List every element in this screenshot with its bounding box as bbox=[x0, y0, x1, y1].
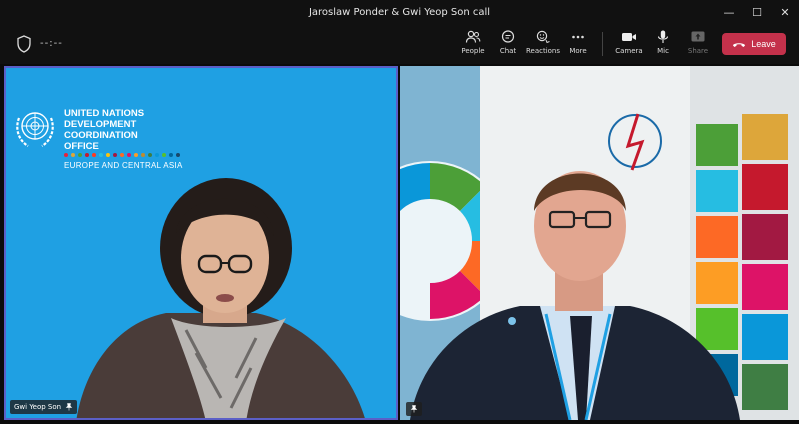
participant-video bbox=[76, 178, 365, 418]
participant-name: Gwi Yeop Son bbox=[14, 403, 62, 411]
leave-label: Leave bbox=[751, 39, 776, 49]
more-label: More bbox=[569, 47, 587, 55]
window-controls: — ☐ ✕ bbox=[715, 0, 799, 24]
participant-name-tag: Gwi Yeop Son bbox=[10, 400, 78, 414]
more-button[interactable]: More bbox=[558, 28, 598, 60]
reactions-button[interactable]: Reactions bbox=[523, 28, 563, 60]
share-button[interactable]: Share bbox=[678, 28, 718, 60]
mic-label: Mic bbox=[657, 47, 669, 55]
window-title: Jaroslaw Ponder & Gwi Yeop Son call bbox=[308, 6, 491, 18]
share-icon bbox=[691, 31, 705, 42]
mic-button[interactable]: Mic bbox=[643, 28, 683, 60]
camera-icon bbox=[622, 33, 636, 41]
phone-hangup-icon bbox=[733, 43, 746, 47]
participant-video bbox=[400, 66, 799, 420]
chat-button[interactable]: Chat bbox=[488, 28, 528, 60]
title-bar: Jaroslaw Ponder & Gwi Yeop Son call — ☐ … bbox=[0, 0, 799, 24]
more-icon bbox=[572, 35, 584, 39]
meeting-toolbar: --:-- People Chat Reactions More Camera … bbox=[0, 24, 799, 64]
people-label: People bbox=[461, 47, 485, 55]
shield-icon[interactable] bbox=[16, 35, 32, 53]
camera-label: Camera bbox=[615, 47, 643, 55]
maximize-button[interactable]: ☐ bbox=[743, 0, 771, 24]
pin-icon[interactable] bbox=[65, 403, 73, 411]
mic-icon bbox=[657, 30, 669, 43]
leave-button[interactable]: Leave bbox=[722, 33, 786, 55]
close-button[interactable]: ✕ bbox=[771, 0, 799, 24]
reactions-icon bbox=[536, 30, 550, 44]
pin-icon[interactable] bbox=[410, 405, 418, 413]
reactions-label: Reactions bbox=[525, 47, 561, 55]
chat-label: Chat bbox=[499, 47, 517, 55]
people-button[interactable]: People bbox=[453, 28, 493, 60]
share-label: Share bbox=[687, 47, 709, 55]
participant-tile-gwi-yeop-son[interactable]: UNITED NATIONS DEVELOPMENT COORDINATION … bbox=[4, 66, 398, 420]
minimize-button[interactable]: — bbox=[715, 0, 743, 24]
people-icon bbox=[465, 30, 481, 43]
meeting-timer: --:-- bbox=[40, 38, 63, 49]
participant-tile-jaroslaw-ponder[interactable] bbox=[400, 66, 799, 420]
participant-name-tag bbox=[406, 402, 422, 416]
toolbar-divider bbox=[602, 32, 603, 56]
chat-icon bbox=[501, 30, 515, 43]
